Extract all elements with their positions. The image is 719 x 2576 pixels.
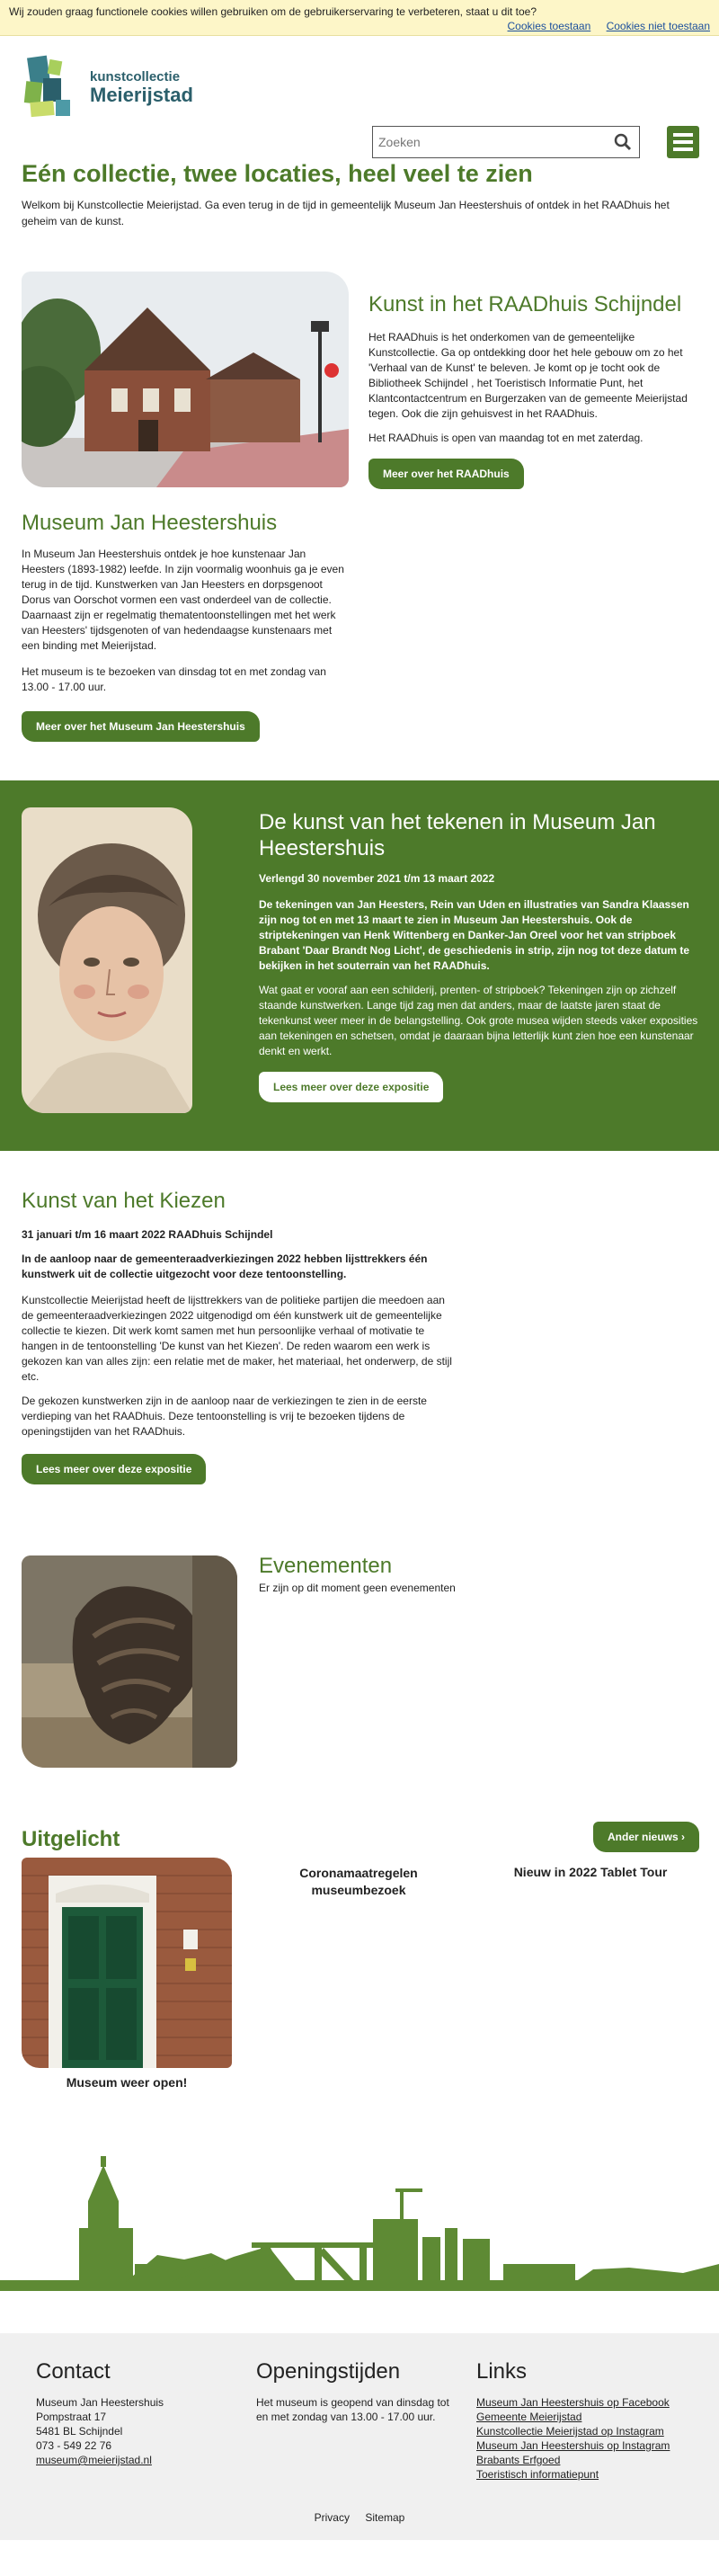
logo-line-1: kunstcollectie — [90, 69, 181, 85]
cookie-message: Wij zouden graag functionele cookies wil… — [9, 5, 537, 18]
kiezen-title: Kunst van het Kiezen — [22, 1189, 226, 1213]
menu-icon-bar — [673, 133, 693, 137]
footer-links-title: Links — [476, 2359, 528, 2384]
footer-links: Links Museum Jan Heestershuis op Faceboo… — [476, 2359, 701, 2482]
footer-hours: Openingstijden Het museum is geopend van… — [256, 2359, 454, 2424]
cookie-actions: Cookies toestaan Cookies niet toestaan — [495, 20, 710, 32]
events-photo — [22, 1555, 237, 1768]
cookie-decline-link[interactable]: Cookies niet toestaan — [607, 20, 710, 32]
tekenen-text-1: De tekeningen van Jan Heesters, Rein van… — [259, 898, 690, 972]
kiezen-text-2: De gekozen kunstwerken zijn in de aanloo… — [22, 1395, 427, 1438]
news-card-image — [22, 1858, 232, 2068]
footer-link[interactable]: Museum Jan Heestershuis op Facebook — [476, 2396, 670, 2409]
footer-bottom-links: Privacy Sitemap — [0, 2511, 719, 2524]
tekenen-title: De kunst van het tekenen in Museum Jan H… — [259, 810, 656, 860]
skyline-illustration — [0, 2156, 719, 2291]
menu-icon-bar — [673, 140, 693, 144]
events-section: Evenementen Er zijn op dit moment geen e… — [259, 1554, 690, 1596]
footer-link[interactable]: Brabants Erfgoed — [476, 2454, 560, 2466]
tekenen-content: De kunst van het tekenen in Museum Jan H… — [259, 809, 699, 1102]
raadhuis-text-2: Het RAADhuis is open van maandag tot en … — [368, 432, 644, 444]
sitemap-link[interactable]: Sitemap — [365, 2511, 404, 2524]
footer-link[interactable]: Toeristisch informatiepunt — [476, 2468, 599, 2481]
footer-hours-title: Openingstijden — [256, 2359, 401, 2384]
news-card-title: Coronamaatregelen museumbezoek — [299, 1866, 418, 1897]
menu-icon-bar — [673, 147, 693, 151]
footer-contact-line: Museum Jan Heestershuis — [36, 2396, 164, 2409]
tekenen-text-2: Wat gaat er vooraf aan een schilderij, p… — [259, 984, 698, 1057]
news-card[interactable]: Nieuw in 2022 Tablet Tour — [485, 1865, 696, 1879]
footer-contact-line: 073 - 549 22 76 — [36, 2439, 112, 2452]
news-card[interactable]: Museum weer open! — [22, 1858, 232, 2090]
museum-text-1: In Museum Jan Heestershuis ontdek je hoe… — [22, 548, 344, 652]
raadhuis-text-1: Het RAADhuis is het onderkomen van de ge… — [368, 331, 688, 420]
events-title: Evenementen — [259, 1554, 393, 1578]
footer-link[interactable]: Kunstcollectie Meierijstad op Instagram — [476, 2425, 664, 2438]
tekenen-section: De kunst van het tekenen in Museum Jan H… — [0, 780, 719, 1151]
kiezen-lead: In de aanloop naar de gemeenteraadverkie… — [22, 1252, 428, 1280]
tekenen-more-button[interactable]: Lees meer over deze expositie — [259, 1072, 444, 1102]
museum-title: Museum Jan Heestershuis — [22, 511, 278, 535]
footer-email-link[interactable]: museum@meierijstad.nl — [36, 2454, 152, 2466]
footer-address: Museum Jan Heestershuis Pompstraat 17 54… — [36, 2395, 216, 2467]
raadhuis-photo — [22, 272, 349, 487]
logo-line-2: Meierijstad — [90, 84, 193, 106]
raadhuis-section: Kunst in het RAADhuis Schijndel Het RAAD… — [368, 292, 697, 489]
intro-text: Welkom bij Kunstcollectie Meierijstad. G… — [22, 199, 670, 227]
kiezen-section: Kunst van het Kiezen 31 januari t/m 16 m… — [22, 1189, 453, 1484]
footer-contact-line: 5481 BL Schijndel — [36, 2425, 123, 2438]
page-title: Eén collectie, twee locaties, heel veel … — [22, 160, 533, 187]
search-icon[interactable] — [614, 133, 632, 151]
footer-link[interactable]: Gemeente Meierijstad — [476, 2411, 581, 2423]
cookie-banner: Wij zouden graag functionele cookies wil… — [0, 0, 719, 36]
footer-hours-text: Het museum is geopend van dinsdag tot en… — [256, 2396, 449, 2423]
privacy-link[interactable]: Privacy — [315, 2511, 350, 2524]
site-logo[interactable]: kunstcollectie Meierijstad — [22, 51, 193, 127]
footer-contact-title: Contact — [36, 2359, 111, 2384]
news-card-title: Museum weer open! — [66, 2075, 188, 2090]
kiezen-more-button[interactable]: Lees meer over deze expositie — [22, 1454, 207, 1484]
footer-link[interactable]: Museum Jan Heestershuis op Instagram — [476, 2439, 670, 2452]
menu-button[interactable] — [667, 126, 699, 158]
raadhuis-title: Kunst in het RAADhuis Schijndel — [368, 292, 682, 316]
logo-wordmark: kunstcollectie Meierijstad — [90, 69, 193, 106]
kiezen-date: 31 januari t/m 16 maart 2022 RAADhuis Sc… — [22, 1228, 273, 1241]
sculpture-image — [22, 1555, 237, 1768]
museum-text-2: Het museum is te bezoeken van dinsdag to… — [22, 665, 326, 693]
search-input[interactable] — [373, 127, 598, 157]
events-empty-text: Er zijn op dit moment geen evenementen — [259, 1582, 456, 1594]
footer-contact-line: Pompstraat 17 — [36, 2411, 107, 2423]
uitgelicht-title: Uitgelicht — [22, 1827, 120, 1851]
search-box — [372, 126, 640, 158]
museum-section: Museum Jan Heestershuis In Museum Jan He… — [22, 511, 350, 742]
news-card[interactable]: Coronamaatregelen museumbezoek — [253, 1865, 464, 1899]
cookie-accept-link[interactable]: Cookies toestaan — [508, 20, 591, 32]
raadhuis-building-image — [22, 272, 349, 487]
other-news-button[interactable]: Ander nieuws › — [593, 1822, 700, 1852]
news-card-title: Nieuw in 2022 Tablet Tour — [513, 1865, 668, 1879]
raadhuis-more-button[interactable]: Meer over het RAADhuis — [368, 459, 524, 489]
footer-contact: Contact Museum Jan Heestershuis Pompstra… — [36, 2359, 216, 2467]
intro-section: Eén collectie, twee locaties, heel veel … — [0, 160, 719, 229]
tekenen-date: Verlengd 30 november 2021 t/m 13 maart 2… — [259, 872, 495, 885]
tekenen-portrait — [22, 807, 192, 1113]
kiezen-text-1: Kunstcollectie Meierijstad heeft de lijs… — [22, 1294, 452, 1383]
logo-mark-icon — [23, 55, 70, 118]
footer-link-list: Museum Jan Heestershuis op Facebook Geme… — [476, 2395, 701, 2482]
child-drawing-image — [22, 807, 192, 1113]
green-door-image — [22, 1858, 232, 2068]
museum-more-button[interactable]: Meer over het Museum Jan Heestershuis — [22, 711, 260, 742]
